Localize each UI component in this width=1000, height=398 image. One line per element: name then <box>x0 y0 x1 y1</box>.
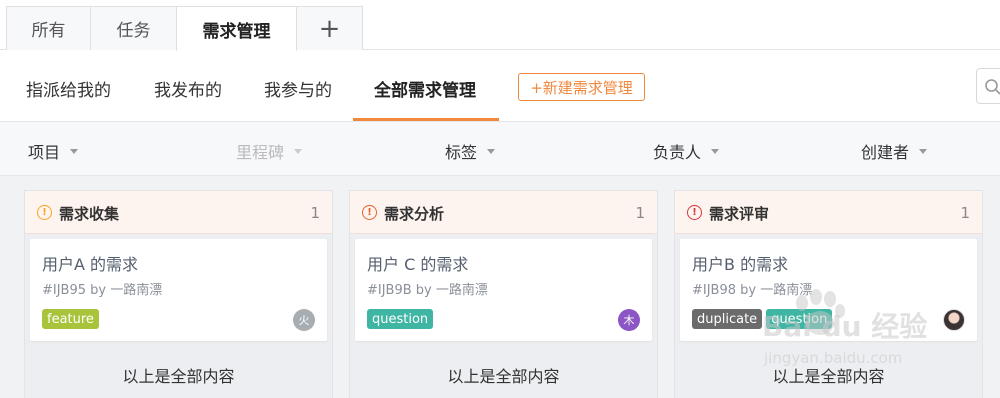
avatar[interactable] <box>943 309 965 331</box>
filter-label: 标签 <box>445 143 478 162</box>
subnav-participated[interactable]: 我参与的 <box>264 76 332 101</box>
warning-icon: ! <box>37 205 52 220</box>
filter-label: 负责人 <box>653 143 702 162</box>
column-header[interactable]: ! 需求评审 1 <box>675 191 982 234</box>
search-icon <box>985 79 1000 95</box>
column-header[interactable]: ! 需求收集 1 <box>25 191 332 234</box>
add-tab-button[interactable]: + <box>296 6 363 50</box>
filter-label: 项目 <box>28 143 61 162</box>
card-meta: #IJB98 by 一路南漂 <box>692 283 813 298</box>
caret-down-icon <box>919 148 928 154</box>
tab-tasks[interactable]: 任务 <box>90 6 177 50</box>
active-subnav-indicator <box>353 118 499 121</box>
sub-navigation: 指派给我的 我发布的 我参与的 全部需求管理 +新建需求管理 <box>0 50 1000 122</box>
board-column: ! 需求评审 1 用户B 的需求 #IJB98 by 一路南漂 duplicat… <box>674 190 983 398</box>
requirement-card[interactable]: 用户A 的需求 #IJB95 by 一路南漂 feature 火 <box>30 239 327 341</box>
search-input[interactable] <box>976 68 1000 104</box>
new-requirement-button[interactable]: +新建需求管理 <box>518 73 645 101</box>
card-tags: duplicate question <box>692 309 833 329</box>
requirement-card[interactable]: 用户 C 的需求 #IJB9B by 一路南漂 question 木 <box>355 239 652 341</box>
column-title: 需求评审 <box>709 205 770 223</box>
column-count: 1 <box>635 204 645 222</box>
tag-badge[interactable]: question <box>367 309 434 329</box>
column-title: 需求分析 <box>384 205 445 223</box>
filter-tags[interactable]: 标签 <box>445 139 496 163</box>
filter-creator[interactable]: 创建者 <box>861 139 928 163</box>
card-title[interactable]: 用户A 的需求 <box>42 251 138 275</box>
card-title[interactable]: 用户 C 的需求 <box>367 251 468 275</box>
subnav-all-requirements[interactable]: 全部需求管理 <box>374 76 476 101</box>
filter-bar: 项目 里程碑 标签 负责人 创建者 <box>0 122 1000 176</box>
card-tags: question <box>367 309 434 329</box>
caret-down-icon <box>711 148 720 154</box>
tab-all[interactable]: 所有 <box>6 6 91 50</box>
tag-badge[interactable]: duplicate <box>692 309 763 329</box>
subnav-published-by-me[interactable]: 我发布的 <box>154 76 222 101</box>
filter-label: 里程碑 <box>236 143 285 162</box>
error-icon: ! <box>687 205 702 220</box>
card-meta: #IJB9B by 一路南漂 <box>367 283 488 298</box>
card-tags: feature <box>42 309 99 329</box>
column-footer: 以上是全部内容 <box>122 367 235 386</box>
card-title[interactable]: 用户B 的需求 <box>692 251 788 275</box>
board-column: ! 需求分析 1 用户 C 的需求 #IJB9B by 一路南漂 questio… <box>349 190 658 398</box>
column-count: 1 <box>960 204 970 222</box>
subnav-assigned-to-me[interactable]: 指派给我的 <box>26 76 111 101</box>
caret-down-icon <box>294 148 303 154</box>
filter-project[interactable]: 项目 <box>28 139 79 163</box>
caret-down-icon <box>70 148 79 154</box>
board-column: ! 需求收集 1 用户A 的需求 #IJB95 by 一路南漂 feature … <box>24 190 333 398</box>
avatar[interactable]: 木 <box>618 309 640 331</box>
column-title: 需求收集 <box>59 205 120 223</box>
tab-requirements[interactable]: 需求管理 <box>176 6 297 51</box>
avatar[interactable]: 火 <box>293 309 315 331</box>
filter-label: 创建者 <box>861 143 910 162</box>
filter-assignee[interactable]: 负责人 <box>653 139 720 163</box>
column-count: 1 <box>310 204 320 222</box>
requirement-card[interactable]: 用户B 的需求 #IJB98 by 一路南漂 duplicate questio… <box>680 239 977 341</box>
alert-icon: ! <box>362 205 377 220</box>
kanban-board: ! 需求收集 1 用户A 的需求 #IJB95 by 一路南漂 feature … <box>0 176 1000 398</box>
tag-badge[interactable]: question <box>766 309 833 329</box>
column-footer: 以上是全部内容 <box>772 367 885 386</box>
top-tab-bar: 所有 任务 需求管理 + <box>0 0 1000 51</box>
column-footer: 以上是全部内容 <box>447 367 560 386</box>
filter-milestone: 里程碑 <box>236 139 303 163</box>
column-header[interactable]: ! 需求分析 1 <box>350 191 657 234</box>
tag-badge[interactable]: feature <box>42 309 99 329</box>
caret-down-icon <box>487 148 496 154</box>
card-meta: #IJB95 by 一路南漂 <box>42 283 163 298</box>
